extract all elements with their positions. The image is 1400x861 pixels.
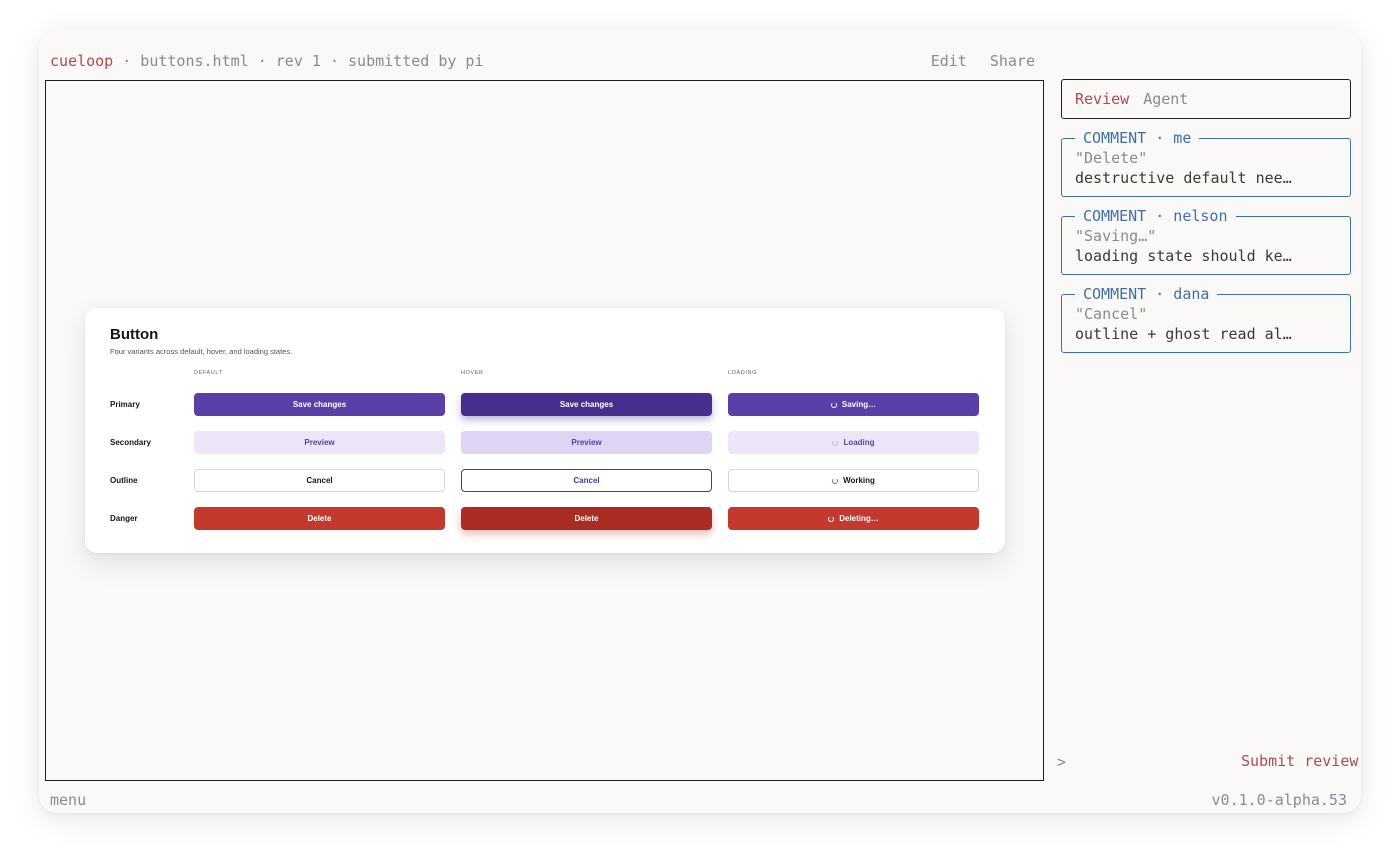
button-label: Loading (843, 438, 875, 447)
submit-review-button[interactable]: Submit review (1241, 752, 1358, 770)
row-label-primary: Primary (110, 400, 140, 409)
comment-card[interactable]: COMMENT · nelson "Saving…" loading state… (1061, 206, 1351, 275)
button-label: Preview (304, 438, 335, 447)
comment-card[interactable]: COMMENT · dana "Cancel" outline + ghost … (1061, 284, 1351, 353)
column-header-hover: HOVER (461, 370, 484, 376)
button-label: Preview (571, 438, 602, 447)
edit-button[interactable]: Edit (931, 52, 967, 70)
button-label: Working (843, 476, 875, 485)
version-label: v0.1.0-alpha.53 (1211, 791, 1347, 809)
column-header-default: DEFAULT (194, 370, 223, 376)
secondary-hover-button[interactable]: Preview (461, 431, 712, 454)
button-label: Delete (574, 514, 599, 523)
brand-name[interactable]: cueloop (50, 52, 113, 70)
menu-button[interactable]: menu (50, 791, 86, 809)
spinner-icon (832, 439, 839, 446)
button-label: Cancel (306, 476, 333, 485)
spinner-icon (830, 401, 837, 408)
card-title: Button (110, 326, 159, 343)
tab-agent[interactable]: Agent (1143, 90, 1188, 108)
comment-header: COMMENT · dana (1075, 284, 1218, 304)
comment-text: loading state should ke… (1075, 247, 1292, 265)
review-tab-bar: Review Agent (1061, 79, 1351, 119)
card-subtitle: Four variants across default, hover, and… (110, 347, 293, 356)
button-label: Delete (307, 514, 332, 523)
primary-loading-button[interactable]: Saving… (728, 393, 979, 416)
comment-text: destructive default nee… (1075, 169, 1292, 187)
danger-default-button[interactable]: Delete (194, 507, 445, 530)
comment-quote: "Delete" (1075, 149, 1148, 167)
button-label: Saving… (841, 400, 877, 409)
comment-header: COMMENT · me (1075, 128, 1200, 148)
preview-canvas: Button Four variants across default, hov… (45, 80, 1044, 781)
outline-default-button[interactable]: Cancel (194, 469, 445, 492)
comment-quote: "Saving…" (1075, 227, 1157, 245)
danger-loading-button[interactable]: Deleting… (728, 507, 979, 530)
row-label-outline: Outline (110, 476, 138, 485)
primary-hover-button[interactable]: Save changes (461, 393, 712, 416)
row-label-secondary: Secondary (110, 438, 151, 447)
secondary-loading-button[interactable]: Loading (728, 431, 979, 454)
app-window: cueloop · buttons.html · rev 1 · submitt… (39, 29, 1361, 813)
topbar-actions: Edit Share (917, 49, 1035, 73)
share-button[interactable]: Share (990, 52, 1035, 70)
button-label: Cancel (573, 476, 600, 485)
column-header-loading: LOADING (728, 370, 757, 376)
button-label: Save changes (292, 400, 347, 409)
breadcrumb: · buttons.html · rev 1 · submitted by pi (113, 52, 484, 70)
comment-card[interactable]: COMMENT · me "Delete" destructive defaul… (1061, 128, 1351, 197)
primary-default-button[interactable]: Save changes (194, 393, 445, 416)
comment-header: COMMENT · nelson (1075, 206, 1236, 226)
outline-hover-button[interactable]: Cancel (461, 469, 712, 492)
comment-quote: "Cancel" (1075, 305, 1148, 323)
spinner-icon (828, 515, 835, 522)
tab-review[interactable]: Review (1075, 90, 1129, 108)
secondary-default-button[interactable]: Preview (194, 431, 445, 454)
danger-hover-button[interactable]: Delete (461, 507, 712, 530)
button-spec-card: Button Four variants across default, hov… (85, 308, 1005, 553)
button-label: Save changes (559, 400, 614, 409)
button-label: Deleting… (839, 514, 879, 523)
top-bar: cueloop · buttons.html · rev 1 · submitt… (50, 49, 1035, 73)
row-label-danger: Danger (110, 514, 138, 523)
outline-loading-button[interactable]: Working (728, 469, 979, 492)
command-prompt[interactable]: > (1057, 753, 1066, 771)
spinner-icon (832, 477, 839, 484)
comment-text: outline + ghost read al… (1075, 325, 1292, 343)
